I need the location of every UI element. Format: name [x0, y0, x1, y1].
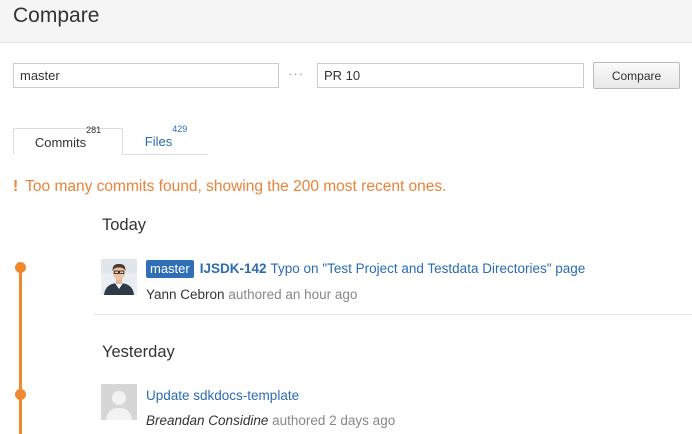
- timeline-dot: [15, 389, 26, 400]
- author-name[interactable]: Yann Cebron: [146, 287, 225, 302]
- avatar-photo-graphic: [101, 259, 137, 295]
- timeline-dot: [15, 262, 26, 273]
- avatar-placeholder-graphic: [101, 384, 137, 420]
- day-header-yesterday: Yesterday: [102, 343, 175, 361]
- warning-text: Too many commits found, showing the 200 …: [25, 178, 447, 195]
- compare-button[interactable]: Compare: [593, 62, 680, 89]
- timeline-line: [19, 268, 22, 434]
- commit-author-line: Breandan Considine authored 2 days ago: [146, 413, 395, 428]
- user-photo-icon[interactable]: [101, 259, 137, 295]
- tab-commits-label: Commits: [34, 135, 87, 150]
- commit-limit-warning: ! Too many commits found, showing the 200…: [13, 178, 446, 196]
- commit-message-link[interactable]: Update sdkdocs-template: [146, 388, 299, 403]
- author-name[interactable]: Breandan Considine: [146, 413, 268, 428]
- authored-time: authored 2 days ago: [272, 413, 396, 428]
- warning-icon: !: [13, 178, 19, 195]
- commit-title-line: master IJSDK-142 Typo on "Test Project and…: [146, 260, 585, 278]
- page-title: Compare: [13, 4, 100, 27]
- tab-commits[interactable]: Commits281: [13, 125, 123, 155]
- tab-files-count: 429: [172, 124, 188, 134]
- tab-files[interactable]: Files429: [124, 125, 208, 155]
- compare-dots: ···: [288, 66, 304, 81]
- authored-time: authored an hour ago: [228, 287, 358, 302]
- default-avatar-icon[interactable]: [101, 384, 137, 420]
- day-separator: [93, 314, 692, 315]
- issue-key-link[interactable]: IJSDK-142: [200, 261, 267, 276]
- commit-title-line: Update sdkdocs-template: [146, 388, 299, 403]
- head-ref-input[interactable]: [317, 63, 584, 88]
- commit-message-link[interactable]: Typo on "Test Project and Testdata Direc…: [271, 261, 586, 276]
- base-ref-input[interactable]: [13, 63, 279, 88]
- branch-badge[interactable]: master: [146, 260, 194, 278]
- day-header-today: Today: [102, 216, 147, 234]
- tab-commits-count: 281: [86, 125, 102, 135]
- page-header: Compare: [0, 0, 692, 43]
- commit-author-line: Yann Cebron authored an hour ago: [146, 287, 357, 302]
- tab-files-label: Files: [144, 134, 173, 149]
